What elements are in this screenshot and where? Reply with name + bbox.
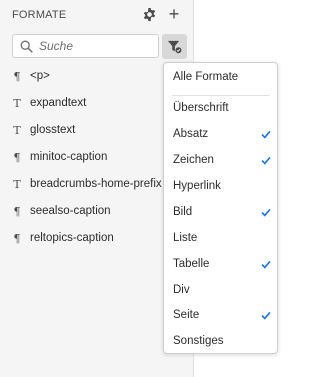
checkmark-icon xyxy=(261,311,271,320)
menu-item-label: Bild xyxy=(173,206,193,218)
menu-item-image[interactable]: Bild xyxy=(164,203,277,223)
panel-title: FORMATE xyxy=(12,9,67,21)
menu-item-label: Div xyxy=(173,284,190,296)
style-label: <p> xyxy=(30,70,50,82)
menu-item-paragraph[interactable]: Absatz xyxy=(164,125,277,145)
style-label: expandtext xyxy=(30,97,87,109)
menu-item-label: Liste xyxy=(173,232,198,244)
paragraph-style-icon: ¶ xyxy=(13,232,21,245)
search-box xyxy=(12,34,159,58)
gear-icon[interactable] xyxy=(142,7,157,22)
menu-item-label: Absatz xyxy=(173,128,209,140)
menu-divider xyxy=(172,95,270,96)
checkmark-icon xyxy=(261,156,271,165)
style-label: glosstext xyxy=(30,124,76,136)
filter-icon xyxy=(167,40,182,54)
checkmark-icon xyxy=(261,260,271,269)
panel-header: FORMATE + xyxy=(0,0,194,30)
menu-item-character[interactable]: Zeichen xyxy=(164,151,277,171)
style-label: minitoc-caption xyxy=(30,151,108,163)
filter-button[interactable] xyxy=(162,34,187,59)
style-label: breadcrumbs-home-prefix xyxy=(30,178,162,190)
checkmark-icon xyxy=(261,208,271,217)
filter-menu: Alle Formate Überschrift Absatz Zeichen … xyxy=(163,62,278,354)
menu-item-label: Seite xyxy=(173,309,200,321)
character-style-icon: T xyxy=(13,124,21,137)
menu-item-label: Tabelle xyxy=(173,258,210,270)
paragraph-style-icon: ¶ xyxy=(13,70,21,83)
search-icon xyxy=(20,40,33,53)
menu-item-table[interactable]: Tabelle xyxy=(164,255,277,275)
menu-item-label: Zeichen xyxy=(173,154,214,166)
menu-item-heading[interactable]: Überschrift xyxy=(164,99,277,119)
menu-item-page[interactable]: Seite xyxy=(164,306,277,326)
menu-item-label: Hyperlink xyxy=(173,180,221,192)
plus-icon[interactable]: + xyxy=(167,5,181,23)
menu-item-all-formats[interactable]: Alle Formate xyxy=(164,68,277,88)
menu-item-label: Sonstiges xyxy=(173,335,224,347)
menu-item-label: Alle Formate xyxy=(173,71,239,83)
style-label: reltopics-caption xyxy=(30,232,114,244)
menu-item-div[interactable]: Div xyxy=(164,281,277,301)
character-style-icon: T xyxy=(13,178,21,191)
character-style-icon: T xyxy=(13,97,21,110)
menu-item-label: Überschrift xyxy=(173,102,229,114)
paragraph-style-icon: ¶ xyxy=(13,205,21,218)
menu-item-list[interactable]: Liste xyxy=(164,229,277,249)
menu-item-hyperlink[interactable]: Hyperlink xyxy=(164,177,277,197)
checkmark-icon xyxy=(261,130,271,139)
menu-item-other[interactable]: Sonstiges xyxy=(164,332,277,352)
style-label: seealso-caption xyxy=(30,205,111,217)
search-input[interactable] xyxy=(39,35,154,57)
paragraph-style-icon: ¶ xyxy=(13,151,21,164)
